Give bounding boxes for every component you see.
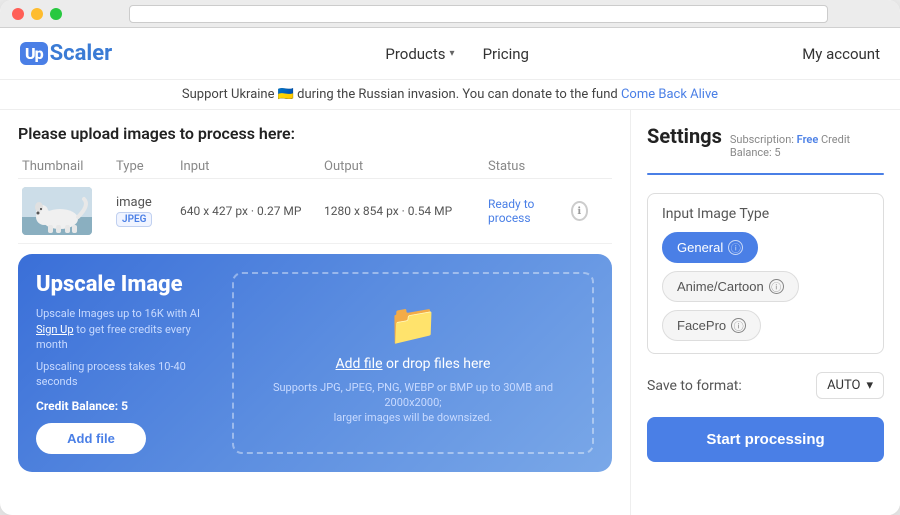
titlebar <box>0 0 900 28</box>
logo-scaler: Scaler <box>50 41 113 66</box>
settings-panel: Settings Subscription: Free Credit Balan… <box>630 110 900 515</box>
chevron-down-icon: ▾ <box>450 48 455 59</box>
col-status: Status <box>488 159 588 174</box>
save-format-label: Save to format: <box>647 378 742 394</box>
input-cell: 640 x 427 px · 0.27 MP <box>180 204 320 218</box>
credit-balance-label: Credit Balance: 5 <box>36 399 216 413</box>
minimize-button[interactable] <box>31 8 43 20</box>
main-content: Please upload images to process here: Th… <box>0 110 900 515</box>
save-format-row: Save to format: AUTO ▾ <box>647 368 884 403</box>
left-panel: Please upload images to process here: Th… <box>0 110 630 515</box>
jpeg-badge: JPEG <box>116 212 152 227</box>
col-thumbnail: Thumbnail <box>22 159 112 174</box>
drop-zone[interactable]: 📁 Add file or drop files here Supports J… <box>232 272 594 454</box>
chevron-down-icon: ▾ <box>866 378 873 393</box>
image-thumbnail <box>22 187 92 235</box>
app-window: UpScaler Products ▾ Pricing My account S… <box>0 0 900 515</box>
navbar: UpScaler Products ▾ Pricing My account <box>0 28 900 80</box>
image-table: Thumbnail Type Input Output Status <box>18 159 612 244</box>
status-cell: Ready to process ℹ <box>488 197 588 225</box>
output-cell: 1280 x 854 px · 0.54 MP <box>324 204 484 218</box>
subscription-info: Subscription: Free Credit Balance: 5 <box>730 133 884 159</box>
info-icon-general: ⓘ <box>728 240 743 255</box>
table-header: Thumbnail Type Input Output Status <box>18 159 612 179</box>
upload-section: Upscale Image Upscale Images up to 16K w… <box>18 254 612 472</box>
upload-title: Upscale Image <box>36 272 216 298</box>
col-type: Type <box>116 159 176 174</box>
address-bar[interactable] <box>129 5 828 23</box>
status-icon: ℹ <box>571 201 588 221</box>
input-type-box: Input Image Type General ⓘ Anime/Cartoon… <box>647 193 884 354</box>
upload-desc3: Upscaling process takes 10-40 seconds <box>36 359 216 390</box>
upload-desc1: Upscale Images up to 16K with AI Sign Up… <box>36 306 216 352</box>
type-btn-facepro[interactable]: FacePro ⓘ <box>662 310 761 341</box>
page-title: Please upload images to process here: <box>18 124 612 143</box>
subscription-type: Free <box>797 133 819 146</box>
dropzone-hint: Supports JPG, JPEG, PNG, WEBP or BMP up … <box>273 380 553 426</box>
maximize-button[interactable] <box>50 8 62 20</box>
close-button[interactable] <box>12 8 24 20</box>
nav-links: Products ▾ Pricing <box>112 45 802 63</box>
support-banner: Support Ukraine 🇺🇦 during the Russian in… <box>0 80 900 110</box>
info-icon-anime: ⓘ <box>769 279 784 294</box>
add-file-button[interactable]: Add file <box>36 423 146 454</box>
nav-products-link[interactable]: Products ▾ <box>385 45 454 63</box>
info-icon-facepro: ⓘ <box>731 318 746 333</box>
input-image-type-label: Input Image Type <box>662 206 869 222</box>
type-buttons-group: General ⓘ Anime/Cartoon ⓘ FacePro ⓘ <box>662 232 869 341</box>
logo-up: Up <box>20 42 48 65</box>
settings-title: Settings <box>647 124 722 148</box>
logo[interactable]: UpScaler <box>20 41 112 66</box>
col-input: Input <box>180 159 320 174</box>
image-type-cell: image JPEG <box>116 195 176 227</box>
add-file-link[interactable]: Add file <box>336 356 383 372</box>
settings-header: Settings Subscription: Free Credit Balan… <box>647 124 884 159</box>
banner-link[interactable]: Come Back Alive <box>621 87 718 102</box>
dropzone-text: Add file or drop files here <box>336 356 491 372</box>
nav-account-link[interactable]: My account <box>802 45 880 63</box>
type-btn-general[interactable]: General ⓘ <box>662 232 758 263</box>
upload-info: Upscale Image Upscale Images up to 16K w… <box>36 272 216 454</box>
table-row: image JPEG 640 x 427 px · 0.27 MP 1280 x… <box>18 179 612 244</box>
col-output: Output <box>324 159 484 174</box>
type-btn-anime[interactable]: Anime/Cartoon ⓘ <box>662 271 799 302</box>
signup-link[interactable]: Sign Up <box>36 323 74 336</box>
folder-icon: 📁 <box>388 301 438 348</box>
save-format-select[interactable]: AUTO ▾ <box>816 372 884 399</box>
nav-pricing-link[interactable]: Pricing <box>483 45 529 63</box>
start-processing-button[interactable]: Start processing <box>647 417 884 462</box>
settings-divider <box>647 173 884 175</box>
